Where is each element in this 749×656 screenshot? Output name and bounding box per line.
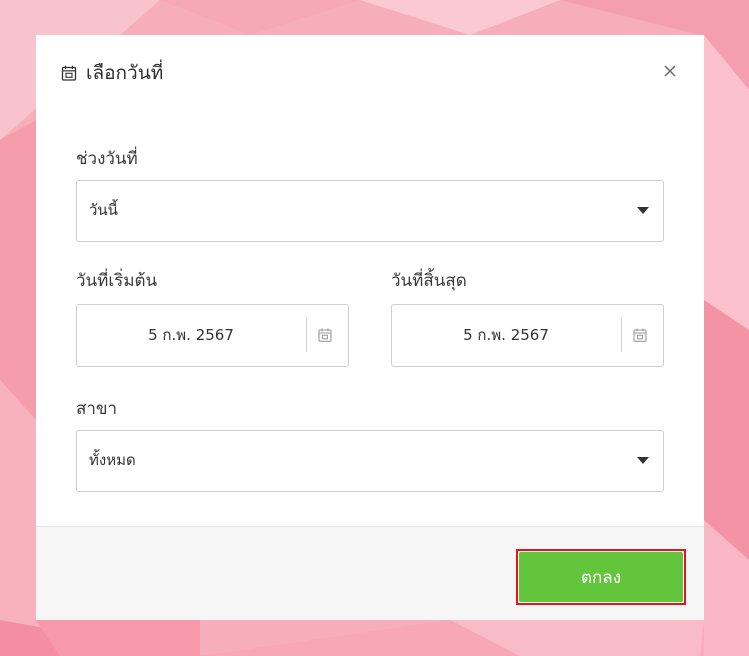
dialog-title: เลือกวันที่ — [86, 62, 164, 84]
range-select-value: วันนี้ — [89, 201, 118, 219]
calendar-icon[interactable] — [633, 328, 647, 342]
dialog-footer: ตกลง — [36, 526, 704, 620]
date-picker-dialog: เลือกวันที่ ช่วงวันที่ วันนี้ วันที่เริ่… — [36, 35, 704, 620]
start-date-value: 5 ก.พ. 2567 — [148, 326, 234, 344]
caret-down-icon — [637, 457, 649, 464]
ok-button[interactable]: ตกลง — [519, 552, 683, 602]
end-date-divider — [621, 318, 622, 352]
close-icon[interactable] — [658, 59, 682, 83]
end-date-label: วันที่สิ้นสุด — [391, 271, 467, 291]
end-date-value: 5 ก.พ. 2567 — [463, 326, 549, 344]
end-date-input[interactable]: 5 ก.พ. 2567 — [391, 304, 664, 367]
range-select[interactable]: วันนี้ — [76, 180, 664, 242]
start-date-input[interactable]: 5 ก.พ. 2567 — [76, 304, 349, 367]
calendar-icon — [61, 65, 77, 81]
range-label: ช่วงวันที่ — [76, 149, 138, 169]
branch-label: สาขา — [76, 399, 118, 419]
start-date-label: วันที่เริ่มต้น — [76, 271, 158, 291]
calendar-icon[interactable] — [318, 328, 332, 342]
branch-select[interactable]: ทั้งหมด — [76, 430, 664, 492]
start-date-divider — [306, 318, 307, 352]
branch-select-value: ทั้งหมด — [89, 451, 136, 469]
caret-down-icon — [637, 207, 649, 214]
dialog-header: เลือกวันที่ — [36, 35, 704, 110]
